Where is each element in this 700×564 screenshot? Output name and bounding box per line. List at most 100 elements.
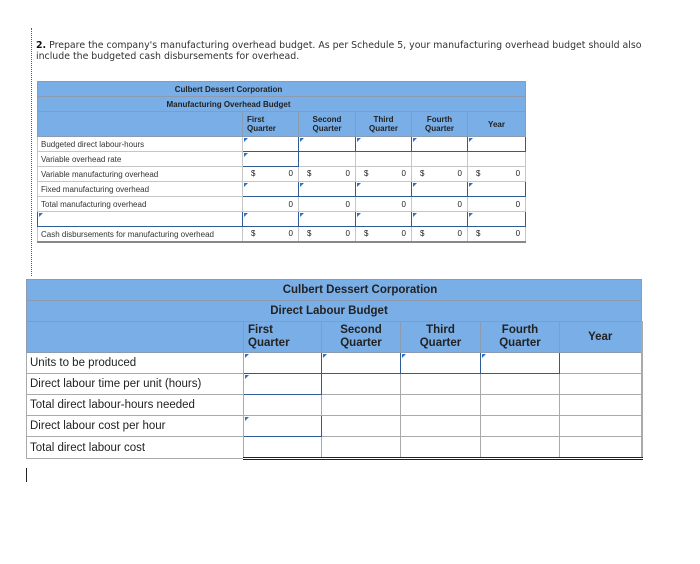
column-header-second-quarter: Second Quarter bbox=[298, 111, 356, 137]
budget-title-header: Direct Labour Budget bbox=[25, 300, 643, 322]
row-label: Total manufacturing overhead bbox=[37, 196, 243, 212]
input-flag-icon bbox=[245, 417, 249, 421]
units-q3-input[interactable] bbox=[400, 352, 481, 374]
dl-time-q3-cell bbox=[400, 373, 481, 395]
input-flag-icon bbox=[300, 138, 304, 142]
budget-title-header: Manufacturing Overhead Budget bbox=[36, 96, 527, 112]
question-margin-line bbox=[31, 28, 32, 276]
variable-moh-q1-value: $0 bbox=[242, 166, 299, 182]
variable-moh-q2-value: $0 bbox=[298, 166, 356, 182]
table-row-direct-labour-cost-per-hour: Direct labour cost per hour bbox=[26, 415, 643, 437]
dl-cost-per-hour-q1-input[interactable] bbox=[243, 415, 322, 437]
input-flag-icon bbox=[469, 213, 473, 217]
input-flag-icon bbox=[357, 138, 361, 142]
total-dlh-year-cell bbox=[558, 394, 643, 416]
total-dl-cost-q2-cell bbox=[321, 436, 401, 460]
budgeted-dlh-q2-input[interactable] bbox=[298, 136, 356, 152]
variable-moh-year-value: $0 bbox=[466, 166, 527, 182]
dl-cost-per-hour-q3-cell bbox=[400, 415, 481, 437]
total-dl-cost-q4-cell bbox=[480, 436, 560, 460]
row-label: Budgeted direct labour-hours bbox=[37, 136, 243, 152]
input-flag-icon bbox=[39, 213, 43, 217]
column-header-fourth-quarter: Fourth Quarter bbox=[480, 321, 560, 353]
company-name-header: Culbert Dessert Corporation bbox=[25, 279, 643, 301]
total-dlh-q2-cell bbox=[321, 394, 401, 416]
total-dlh-q3-cell bbox=[400, 394, 481, 416]
column-header-first-quarter: First Quarter bbox=[243, 321, 322, 353]
dl-time-q4-cell bbox=[480, 373, 560, 395]
row-label: Units to be produced bbox=[26, 352, 244, 374]
cash-disb-q2-value: $0 bbox=[298, 226, 356, 243]
fixed-moh-q2-input[interactable] bbox=[298, 181, 356, 197]
row-label: Direct labour cost per hour bbox=[26, 415, 244, 437]
column-header-third-quarter: Third Quarter bbox=[400, 321, 481, 353]
cash-disb-q3-value: $0 bbox=[355, 226, 412, 243]
row-label: Fixed manufacturing overhead bbox=[37, 181, 243, 197]
input-flag-icon bbox=[357, 183, 361, 187]
total-dlh-q4-cell bbox=[480, 394, 560, 416]
fixed-moh-q3-input[interactable] bbox=[355, 181, 412, 197]
adjustment-q1-input[interactable] bbox=[242, 211, 299, 227]
adjustment-year-input[interactable] bbox=[466, 211, 527, 227]
total-moh-q3-value: 0 bbox=[355, 196, 412, 212]
table-row-budgeted-direct-labour-hours: Budgeted direct labour-hours bbox=[37, 136, 527, 152]
dl-cost-per-hour-q4-cell bbox=[480, 415, 560, 437]
units-q1-input[interactable] bbox=[243, 352, 322, 374]
variable-rate-year-cell bbox=[466, 151, 527, 167]
total-moh-q2-value: 0 bbox=[298, 196, 356, 212]
label-column-header bbox=[37, 111, 243, 137]
input-flag-icon bbox=[244, 213, 248, 217]
row-label: Cash disbursements for manufacturing ove… bbox=[37, 226, 243, 243]
adjustment-q4-input[interactable] bbox=[411, 211, 468, 227]
fixed-moh-year-input[interactable] bbox=[466, 181, 527, 197]
table-row-cash-disbursements: Cash disbursements for manufacturing ove… bbox=[37, 226, 527, 243]
column-header-fourth-quarter: Fourth Quarter bbox=[411, 111, 468, 137]
dl-cost-per-hour-year-cell bbox=[558, 415, 643, 437]
budgeted-dlh-q4-input[interactable] bbox=[411, 136, 468, 152]
input-flag-icon bbox=[482, 354, 486, 358]
input-flag-icon bbox=[245, 375, 249, 379]
input-flag-icon bbox=[245, 354, 249, 358]
total-dlh-q1-cell bbox=[243, 394, 322, 416]
dl-time-q1-input[interactable] bbox=[243, 373, 322, 395]
budgeted-dlh-year-input[interactable] bbox=[466, 136, 527, 152]
variable-rate-q1-input[interactable] bbox=[242, 151, 299, 167]
label-column-header bbox=[26, 321, 244, 353]
input-flag-icon bbox=[402, 354, 406, 358]
units-q4-input[interactable] bbox=[480, 352, 560, 374]
adjustment-q2-input[interactable] bbox=[298, 211, 356, 227]
cash-disb-q1-value: $0 bbox=[242, 226, 299, 243]
input-flag-icon bbox=[300, 183, 304, 187]
row-label: Variable manufacturing overhead bbox=[37, 166, 243, 182]
table-row-units-to-be-produced: Units to be produced bbox=[26, 352, 643, 374]
total-dl-cost-year-cell bbox=[558, 436, 643, 460]
table-row-adjustment bbox=[37, 211, 527, 227]
row-label: Variable overhead rate bbox=[37, 151, 243, 167]
column-header-third-quarter: Third Quarter bbox=[355, 111, 412, 137]
variable-rate-q3-cell bbox=[355, 151, 412, 167]
text-cursor bbox=[26, 468, 27, 482]
input-flag-icon bbox=[244, 153, 248, 157]
table-row-variable-overhead-rate: Variable overhead rate bbox=[37, 151, 527, 167]
column-header-year: Year bbox=[466, 111, 527, 137]
input-flag-icon bbox=[413, 138, 417, 142]
row-label: Total direct labour-hours needed bbox=[26, 394, 244, 416]
row-label: Total direct labour cost bbox=[26, 436, 244, 459]
input-flag-icon bbox=[357, 213, 361, 217]
dl-time-year-cell bbox=[558, 373, 643, 395]
input-flag-icon bbox=[469, 183, 473, 187]
adjustment-q3-input[interactable] bbox=[355, 211, 412, 227]
question-text: 2. Prepare the company's manufacturing o… bbox=[36, 40, 676, 62]
units-year-cell bbox=[558, 352, 643, 374]
table-row-total-manufacturing-overhead: Total manufacturing overhead 0 0 0 0 0 bbox=[37, 196, 527, 212]
table-row-fixed-manufacturing-overhead: Fixed manufacturing overhead bbox=[37, 181, 527, 197]
adjustment-label-input[interactable] bbox=[37, 211, 243, 227]
fixed-moh-q1-input[interactable] bbox=[242, 181, 299, 197]
direct-labour-budget-table: Culbert Dessert Corporation Direct Labou… bbox=[25, 279, 643, 460]
budgeted-dlh-q3-input[interactable] bbox=[355, 136, 412, 152]
fixed-moh-q4-input[interactable] bbox=[411, 181, 468, 197]
dl-time-q2-cell bbox=[321, 373, 401, 395]
input-flag-icon bbox=[413, 213, 417, 217]
units-q2-input[interactable] bbox=[321, 352, 401, 374]
budgeted-dlh-q1-input[interactable] bbox=[242, 136, 299, 152]
